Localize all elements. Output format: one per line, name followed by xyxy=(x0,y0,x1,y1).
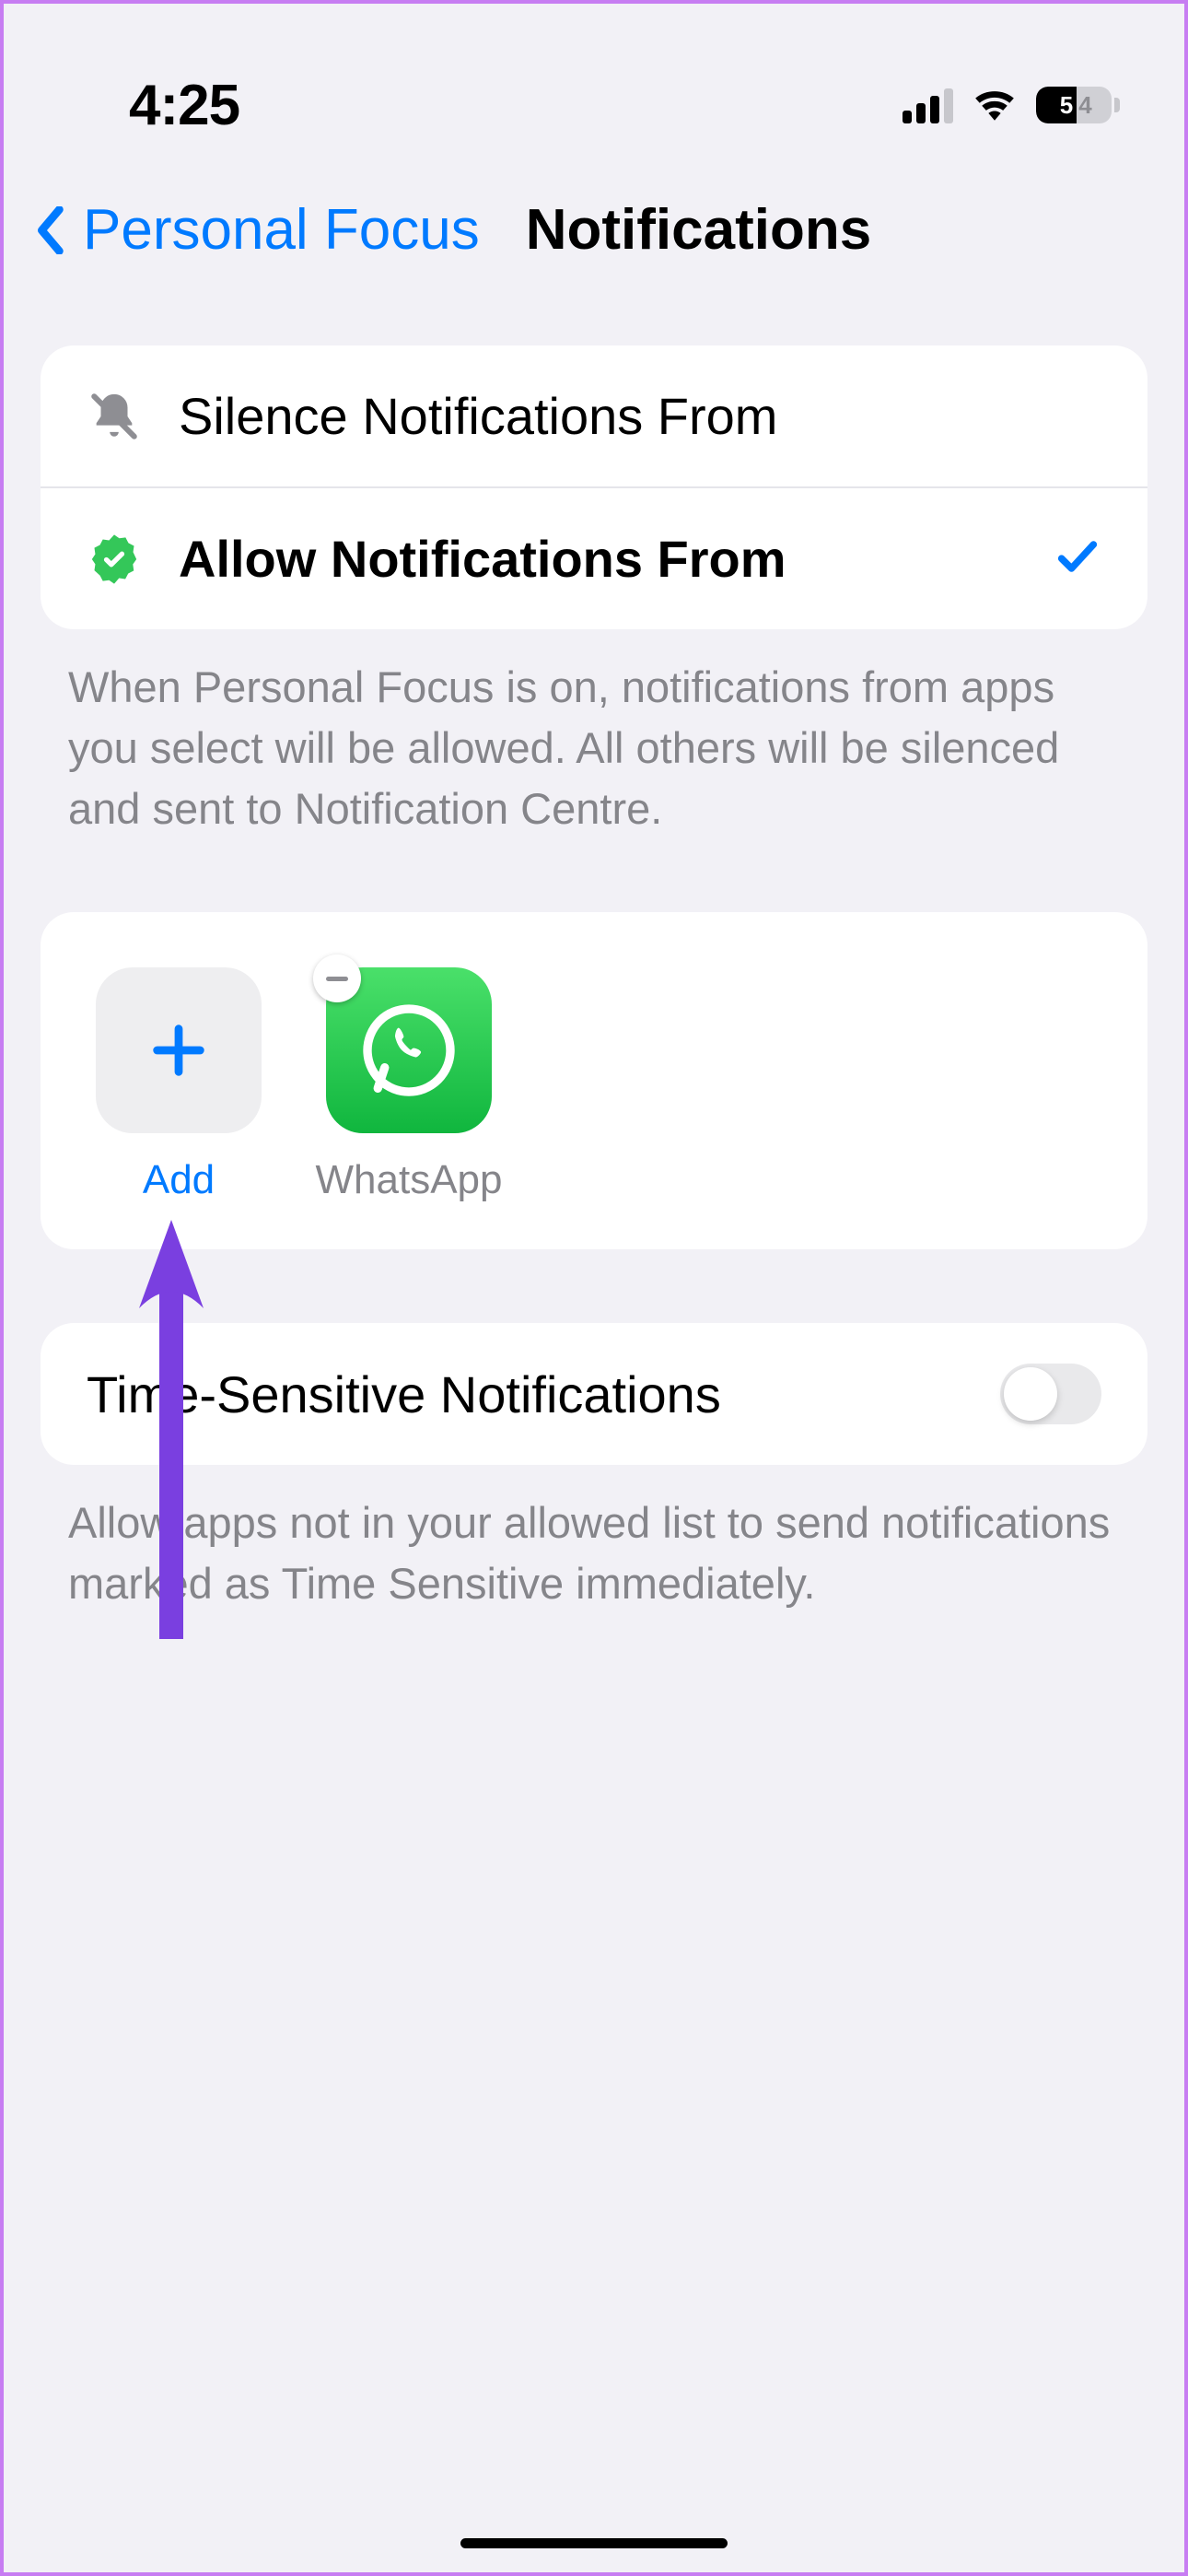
wifi-icon xyxy=(972,85,1018,126)
silence-notifications-label: Silence Notifications From xyxy=(179,386,1101,446)
home-indicator[interactable] xyxy=(460,2538,728,2548)
app-tile-whatsapp[interactable]: WhatsApp xyxy=(317,967,501,1203)
add-app-label: Add xyxy=(143,1157,215,1203)
remove-app-badge[interactable] xyxy=(313,954,361,1002)
app-label: WhatsApp xyxy=(316,1157,503,1203)
status-bar: 4:25 5 4 xyxy=(4,4,1184,170)
plus-icon xyxy=(96,967,262,1133)
time-sensitive-row[interactable]: Time-Sensitive Notifications xyxy=(41,1323,1147,1465)
battery-percent-1: 5 xyxy=(1060,91,1073,120)
checkmark-seal-icon xyxy=(87,533,142,586)
allowed-apps-group: Add WhatsApp xyxy=(41,912,1147,1249)
back-chevron-icon[interactable] xyxy=(31,206,68,254)
cellular-signal-icon xyxy=(903,87,953,123)
status-right: 5 4 xyxy=(903,85,1120,126)
add-app-button[interactable]: Add xyxy=(87,967,271,1203)
allow-notifications-row[interactable]: Allow Notifications From xyxy=(41,486,1147,629)
status-time: 4:25 xyxy=(68,73,239,138)
page-title: Notifications xyxy=(526,197,871,263)
time-sensitive-group: Time-Sensitive Notifications xyxy=(41,1323,1147,1465)
mode-footer-text: When Personal Focus is on, notifications… xyxy=(68,657,1120,838)
bell-slash-icon xyxy=(87,390,142,443)
battery-percent-2: 4 xyxy=(1078,91,1091,120)
checkmark-icon xyxy=(1054,533,1101,585)
time-sensitive-label: Time-Sensitive Notifications xyxy=(87,1364,1000,1424)
silence-notifications-row[interactable]: Silence Notifications From xyxy=(41,345,1147,486)
time-sensitive-switch[interactable] xyxy=(1000,1364,1101,1424)
whatsapp-icon xyxy=(326,967,492,1133)
notification-mode-group: Silence Notifications From Allow Notific… xyxy=(41,345,1147,629)
nav-bar: Personal Focus Notifications xyxy=(4,170,1184,309)
allow-notifications-label: Allow Notifications From xyxy=(179,529,1017,589)
time-sensitive-footer: Allow apps not in your allowed list to s… xyxy=(68,1493,1120,1614)
battery-icon: 5 4 xyxy=(1036,87,1120,123)
switch-knob xyxy=(1004,1367,1057,1421)
back-button[interactable]: Personal Focus xyxy=(83,197,480,263)
